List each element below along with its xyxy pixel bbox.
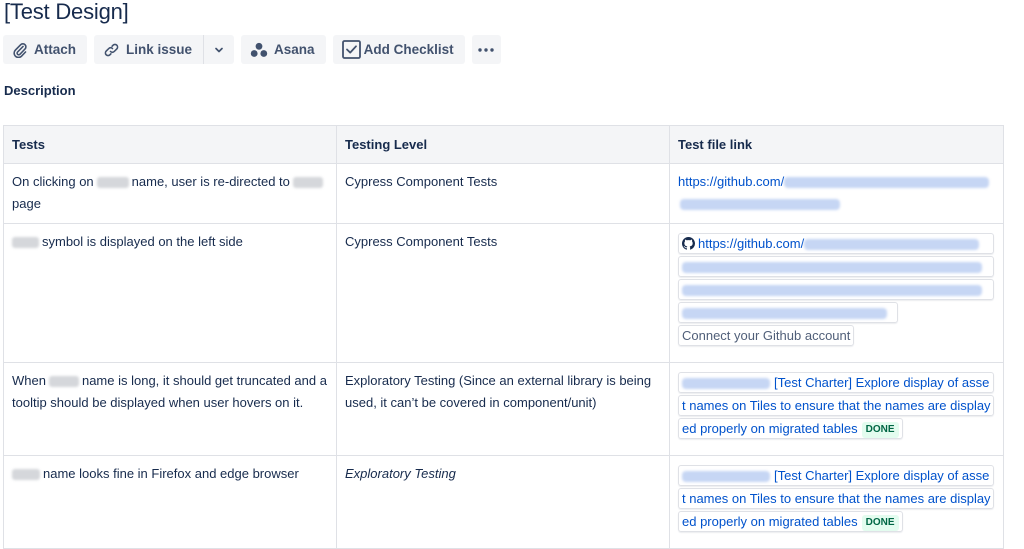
redacted-text — [12, 469, 40, 481]
paperclip-icon — [12, 42, 28, 58]
table-row: symbol is displayed on the left side Cyp… — [3, 223, 1004, 363]
connect-github-button[interactable]: Connect your Github account — [678, 325, 855, 346]
description-heading: Description — [4, 83, 76, 98]
issue-title[interactable]: [Test Design] — [4, 0, 129, 25]
chevron-down-icon — [214, 46, 224, 54]
test-file-link-cell: [Test Charter] Explore display of asse t… — [669, 362, 1004, 456]
link-issue-button[interactable]: Link issue — [94, 35, 203, 64]
table-row: name looks fine in Firefox and edge brow… — [3, 455, 1004, 549]
checkbox-checked-icon — [341, 40, 361, 59]
status-badge: DONE — [861, 422, 899, 438]
redacted-text — [12, 237, 39, 249]
table-row: When name is long, it should get truncate… — [3, 362, 1004, 456]
more-horizontal-icon — [478, 47, 494, 52]
asana-icon — [250, 42, 268, 58]
testing-level-cell: Cypress Component Tests — [336, 223, 670, 363]
testing-level-cell: Exploratory Testing — [336, 455, 670, 549]
test-cell: When name is long, it should get truncate… — [3, 362, 337, 456]
jira-issue-link-line[interactable]: ed properly on migrated tables DONE — [678, 511, 903, 532]
testing-level-cell: Cypress Component Tests — [336, 163, 670, 224]
redacted-url — [680, 199, 840, 211]
github-link-card-line[interactable] — [678, 256, 994, 277]
test-cell: name looks fine in Firefox and edge brow… — [3, 455, 337, 549]
redacted-text — [292, 177, 323, 189]
asana-button[interactable]: Asana — [241, 35, 326, 64]
status-badge: DONE — [861, 515, 899, 531]
link-icon — [103, 42, 120, 58]
table-header-row: Tests Testing Level Test file link — [3, 125, 1004, 164]
test-file-link-cell: [Test Charter] Explore display of asse t… — [669, 455, 1004, 549]
github-icon — [682, 236, 695, 253]
attach-button[interactable]: Attach — [3, 35, 88, 64]
more-actions-button[interactable] — [471, 35, 501, 64]
add-checklist-label: Add Checklist — [363, 42, 454, 57]
test-cell: symbol is displayed on the left side — [3, 223, 337, 363]
asana-label: Asana — [274, 42, 315, 57]
issue-toolbar: Attach Link issue Asana Add Checklist — [3, 35, 501, 64]
testing-level-cell: Exploratory Testing (Since an external l… — [336, 362, 670, 456]
jira-issue-link-line[interactable]: t names on Tiles to ensure that the name… — [678, 488, 994, 509]
link-issue-split-button: Link issue — [94, 35, 235, 64]
test-cell: On clicking on name, user is re-directed … — [3, 163, 337, 224]
redacted-text — [96, 177, 129, 189]
github-link-card-line[interactable] — [678, 279, 994, 300]
test-design-table: Tests Testing Level Test file link On cl… — [3, 125, 1004, 549]
github-link[interactable]: https://github.com/ — [678, 174, 990, 189]
attach-label: Attach — [34, 42, 77, 57]
add-checklist-button[interactable]: Add Checklist — [332, 35, 465, 64]
redacted-issue-key — [682, 378, 770, 390]
redacted-url — [804, 239, 980, 251]
table-row: On clicking on name, user is re-directed … — [3, 163, 1004, 224]
jira-issue-link[interactable]: [Test Charter] Explore display of asse — [678, 372, 994, 393]
test-file-link-cell: https://github.com/ Connect your Github … — [669, 223, 1004, 363]
jira-issue-link[interactable]: [Test Charter] Explore display of asse — [678, 465, 994, 486]
link-issue-label: Link issue — [126, 42, 193, 57]
link-issue-dropdown-button[interactable] — [204, 35, 234, 64]
github-link-card[interactable]: https://github.com/ — [678, 233, 994, 254]
redacted-issue-key — [682, 471, 770, 483]
redacted-url — [784, 177, 990, 189]
jira-issue-link-line[interactable]: ed properly on migrated tables DONE — [678, 418, 903, 439]
test-file-link-cell: https://github.com/ — [669, 163, 1004, 224]
column-header-tests: Tests — [3, 125, 337, 164]
redacted-url — [682, 262, 982, 274]
redacted-url — [682, 285, 982, 297]
column-header-testing-level: Testing Level — [336, 125, 670, 164]
column-header-test-file-link: Test file link — [669, 125, 1004, 164]
github-link-card-line[interactable] — [678, 302, 898, 323]
jira-issue-link-line[interactable]: t names on Tiles to ensure that the name… — [678, 395, 994, 416]
redacted-url — [682, 308, 887, 320]
redacted-text — [48, 376, 79, 388]
